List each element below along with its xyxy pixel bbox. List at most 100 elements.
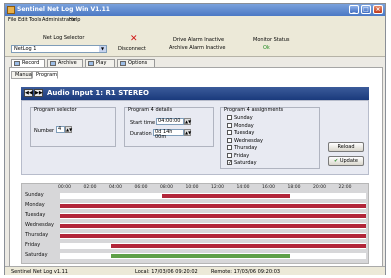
program-number-stepper[interactable]: 4 ▲▼ <box>56 126 72 133</box>
hour-tick-label: 22:00 <box>338 185 352 190</box>
netlog-selector-label: Net Log Selector <box>43 35 85 41</box>
menu-help[interactable]: Help <box>69 17 80 23</box>
hour-tick-label: 20:00 <box>313 185 326 190</box>
schedule-day-label: Thursday <box>25 232 49 238</box>
hour-tick-label: 12:00 <box>211 185 224 190</box>
day-checkbox-wednesday[interactable]: Wednesday <box>227 137 263 144</box>
schedule-day-label: Tuesday <box>25 212 46 218</box>
window-title: Sentinel Net Log Win V1.11 <box>17 6 110 13</box>
chevron-down-icon[interactable]: ▼ <box>99 46 106 52</box>
audio-input-title: Audio Input 1: R1 STEREO <box>47 89 149 97</box>
start-time-label: Start time <box>130 120 156 126</box>
schedule-day-label: Sunday <box>25 192 44 198</box>
status-app-version: Sentinel Net Log v1.11 <box>11 269 68 275</box>
duration-input[interactable]: 0d 14h 00m ▲▼ <box>153 129 191 140</box>
day-checkbox-tuesday[interactable]: Tuesday <box>227 130 254 136</box>
monitor-status-value: Ok <box>263 45 270 51</box>
maximize-button[interactable]: □ <box>361 5 371 14</box>
hour-tick-label: 08:00 <box>160 185 173 190</box>
tab-program[interactable]: Program <box>32 71 58 79</box>
archive-alarm-status: Archive Alarm Inactive <box>169 45 226 51</box>
status-bar: Sentinel Net Log v1.11 Local: 17/03/06 0… <box>5 266 385 275</box>
previous-input-button[interactable]: ◀◀ <box>24 89 33 97</box>
archive-icon <box>50 61 56 66</box>
options-icon <box>120 61 126 66</box>
menu-file[interactable]: File <box>8 17 16 23</box>
schedule-bar[interactable] <box>60 224 366 228</box>
hour-tick-label: 04:00 <box>109 185 122 190</box>
disconnect-label[interactable]: Disconnect <box>118 46 146 52</box>
hour-tick-label: 14:00 <box>236 185 250 190</box>
day-checkbox-friday[interactable]: Friday <box>227 152 249 159</box>
program-number-value: 4 <box>58 126 62 132</box>
day-label: Monday <box>234 122 254 129</box>
duration-label: Duration <box>130 131 152 137</box>
day-checkbox-saturday[interactable]: ✓ Saturday <box>227 160 257 166</box>
disconnect-icon[interactable]: ✕ <box>130 34 138 44</box>
next-input-button[interactable]: ▶▶ <box>34 89 43 97</box>
tab-options-label: Options <box>128 60 148 66</box>
day-label: Sunday <box>234 115 253 121</box>
title-bar: Sentinel Net Log Win V1.11 _ □ × <box>5 4 385 16</box>
program-panel: Program selector Number 4 ▲▼ Program 4 d… <box>21 100 369 175</box>
monitor-status-label: Monitor Status <box>253 37 290 43</box>
hour-tick-label: 10:00 <box>185 185 199 190</box>
netlog-select[interactable]: NetLog 1 ▼ <box>11 45 107 53</box>
hour-tick-label: 18:00 <box>287 185 301 190</box>
minimize-button[interactable]: _ <box>349 5 359 14</box>
menu-bar: File Edit Tools Administrator Help <box>5 16 385 25</box>
day-label: Thursday <box>234 145 258 151</box>
stepper-arrows-icon[interactable]: ▲▼ <box>65 126 72 133</box>
reload-button[interactable]: Reload <box>328 142 364 152</box>
start-time-value: 04:00:00 <box>158 118 181 124</box>
schedule-bar[interactable] <box>111 244 366 248</box>
netlog-value: NetLog 1 <box>14 46 37 52</box>
checkbox[interactable] <box>227 152 232 158</box>
checkbox[interactable] <box>227 145 232 150</box>
program-details-group: Program 4 details <box>124 107 214 147</box>
day-checkbox-sunday[interactable]: Sunday <box>227 115 253 121</box>
start-time-input[interactable]: 04:00:00 ▲▼ <box>156 118 191 125</box>
program-assignments-title: Program 4 assignments <box>224 107 284 113</box>
schedule-bar[interactable] <box>111 254 290 258</box>
play-icon <box>88 61 94 66</box>
schedule-day-label: Friday <box>25 242 41 248</box>
schedule-day-label: Monday <box>25 202 45 208</box>
menu-edit[interactable]: Edit <box>18 17 28 23</box>
schedule-bar[interactable] <box>60 214 366 218</box>
schedule-bar[interactable] <box>60 234 366 238</box>
checkmark-icon: ✔ <box>334 158 339 164</box>
app-icon <box>7 6 15 14</box>
weekly-schedule: 00:00 02:00 04:00 06:00 08:00 10:00 12:00 14:00… <box>21 183 369 264</box>
hour-tick-label: 00:00 <box>58 185 71 190</box>
day-label: Wednesday <box>234 137 263 144</box>
start-time-stepper-icon[interactable]: ▲▼ <box>184 118 191 125</box>
menu-tools[interactable]: Tools <box>29 17 41 23</box>
schedule-bar[interactable] <box>162 194 290 198</box>
checkbox[interactable] <box>227 122 232 128</box>
program-details-title: Program 4 details <box>128 107 173 113</box>
day-checkbox-monday[interactable]: Monday <box>227 122 254 129</box>
day-checkbox-thursday[interactable]: Thursday <box>227 145 257 151</box>
day-label: Tuesday <box>234 130 255 136</box>
checkbox[interactable] <box>227 137 232 143</box>
tab-archive-label: Archive <box>58 60 77 66</box>
checkbox[interactable]: ✓ <box>227 160 232 166</box>
duration-stepper-icon[interactable]: ▲▼ <box>184 129 191 136</box>
update-button[interactable]: ✔ Update <box>328 156 364 166</box>
hour-tick-label: 06:00 <box>134 185 148 190</box>
schedule-bar[interactable] <box>60 204 366 208</box>
drive-alarm-status: Drive Alarm Inactive <box>173 37 225 43</box>
tab-manual[interactable]: Manual <box>11 71 33 79</box>
status-local-time: Local: 17/03/06 09:20:02 <box>135 269 198 275</box>
update-button-label: Update <box>339 158 358 164</box>
status-remote-time: Remote: 17/03/06 09:20:03 <box>211 269 281 275</box>
program-selector-title: Program selector <box>34 107 77 113</box>
audio-input-header: ◀◀ ▶▶ Audio Input 1: R1 STEREO <box>21 87 369 100</box>
checkbox[interactable] <box>227 115 232 120</box>
checkbox[interactable] <box>227 130 232 135</box>
app-window: Sentinel Net Log Win V1.11 _ □ × File Ed… <box>4 3 386 275</box>
number-label: Number <box>34 128 55 134</box>
close-button[interactable]: × <box>373 5 383 14</box>
day-label: Saturday <box>234 160 257 166</box>
